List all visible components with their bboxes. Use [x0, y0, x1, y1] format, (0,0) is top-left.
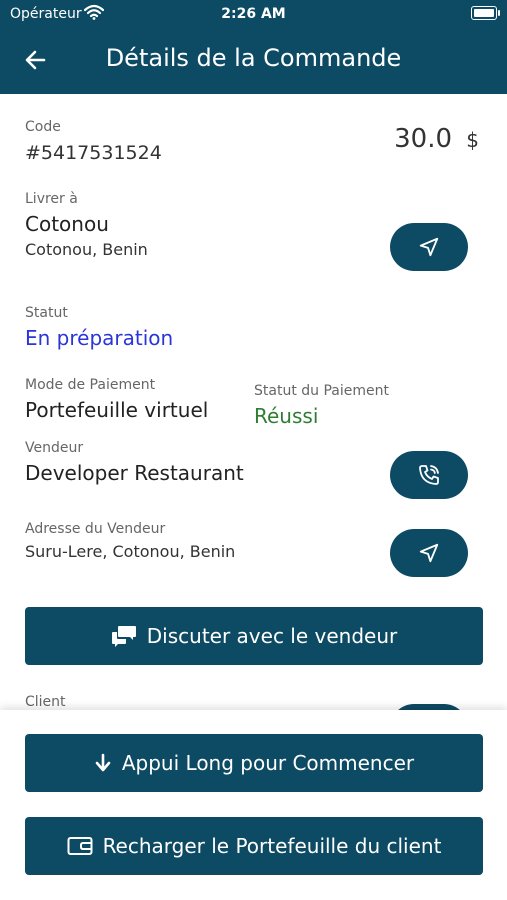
currency-symbol: $ — [466, 128, 479, 152]
chat-bubbles-icon — [111, 626, 136, 647]
deliver-city: Cotonou — [25, 212, 109, 236]
clock: 2:26 AM — [221, 6, 286, 22]
navigation-arrow-icon — [419, 543, 439, 563]
battery-icon — [471, 6, 500, 20]
vendor-name: Developer Restaurant — [25, 461, 244, 485]
payment-status-label: Statut du Paiement — [254, 383, 389, 399]
status-label: Statut — [25, 305, 68, 321]
order-amount: 30.0 — [394, 124, 452, 154]
call-vendor-button[interactable] — [390, 451, 468, 499]
payment-mode-value: Portefeuille virtuel — [25, 398, 209, 422]
deliver-address: Cotonou, Benin — [25, 240, 148, 259]
vendor-address-label: Adresse du Vendeur — [25, 521, 166, 537]
vendor-label: Vendeur — [25, 440, 84, 456]
arrow-down-icon — [95, 753, 111, 772]
payment-mode-label: Mode de Paiement — [25, 377, 156, 393]
wallet-icon — [67, 837, 93, 855]
recharge-wallet-label: Recharger le Portefeuille du client — [102, 834, 442, 858]
navigation-arrow-icon — [419, 237, 439, 257]
order-details: Code #5417531524 30.0 $ Livrer à Cotonou… — [0, 94, 507, 714]
vendor-address: Suru-Lere, Cotonou, Benin — [25, 542, 236, 561]
payment-status-value: Réussi — [254, 404, 319, 428]
code-label: Code — [25, 119, 61, 135]
navigate-delivery-button[interactable] — [390, 223, 468, 271]
recharge-wallet-button[interactable]: Recharger le Portefeuille du client — [25, 817, 483, 875]
navigate-vendor-button[interactable] — [390, 529, 468, 577]
status-value: En préparation — [25, 326, 174, 350]
chat-vendor-label: Discuter avec le vendeur — [146, 624, 398, 648]
app-header: Opérateur 2:26 AM Détails de la Commande — [0, 0, 507, 94]
long-press-start-label: Appui Long pour Commencer — [121, 751, 415, 775]
order-code: #5417531524 — [25, 142, 162, 164]
phone-call-icon — [419, 465, 439, 485]
page-title: Détails de la Commande — [105, 44, 402, 72]
bottom-action-panel: Appui Long pour Commencer Recharger le P… — [0, 710, 507, 900]
status-bar: Opérateur 2:26 AM — [0, 0, 507, 28]
order-amount-group: 30.0 $ — [394, 124, 479, 154]
client-label: Client — [25, 694, 66, 710]
chat-vendor-button[interactable]: Discuter avec le vendeur — [25, 607, 483, 665]
long-press-start-button[interactable]: Appui Long pour Commencer — [25, 734, 483, 792]
deliver-label: Livrer à — [25, 191, 78, 207]
